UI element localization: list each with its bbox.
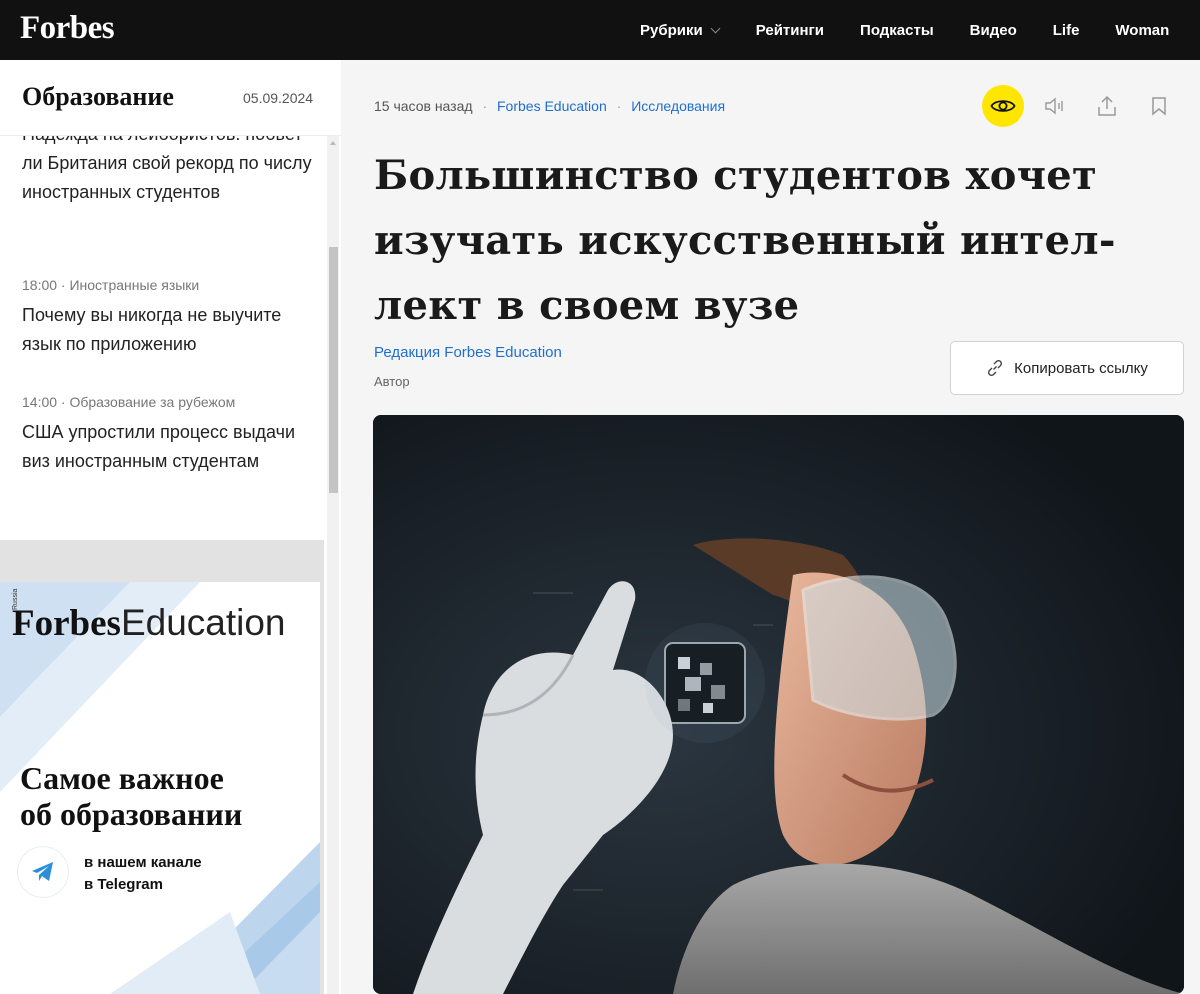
banner-title-line: об образовании: [20, 796, 243, 832]
headline-line: лект в своем вузе: [374, 282, 800, 329]
news-meta: 18:00 · Иностранные языки: [22, 277, 200, 293]
news-title[interactable]: Надежда на лейбористов: побьет ли Британ…: [22, 130, 312, 207]
telegram-cta-line: в нашем канале: [84, 854, 202, 871]
nav-item-woman[interactable]: Woman: [1115, 22, 1169, 39]
list-item[interactable]: 18:00 · Иностранные языки Почему вы нико…: [22, 277, 312, 359]
news-meta: 14:00 · Образование за рубежом: [22, 394, 236, 410]
bookmark-icon: [1152, 97, 1166, 116]
subcategory-link[interactable]: Исследования: [631, 98, 725, 114]
top-navigation-bar: Forbes Рубрики Рейтинги Подкасты Видео L…: [0, 0, 1200, 60]
telegram-cta-line: в Telegram: [84, 876, 163, 893]
nav-item-life[interactable]: Life: [1053, 22, 1080, 39]
telegram-icon: [18, 847, 68, 897]
article-hero-image: [373, 415, 1184, 994]
chevron-down-icon: [710, 23, 721, 33]
headline-line: Большинство студентов хочет: [374, 152, 1098, 199]
author-role: Автор: [374, 374, 410, 389]
article-meta: 15 часов назад · Forbes Education · Иссл…: [374, 98, 725, 114]
main-nav: Рубрики Рейтинги Подкасты Видео Life Wom…: [640, 0, 1200, 60]
nav-item-ratings[interactable]: Рейтинги: [756, 22, 824, 39]
article: 15 часов назад · Forbes Education · Иссл…: [342, 60, 1200, 994]
sidebar-header: Образование 05.09.2024: [0, 60, 341, 136]
share-button[interactable]: [1086, 85, 1128, 127]
telegram-cta: в нашем канале в Telegram: [84, 852, 202, 896]
article-toolbar: [982, 85, 1190, 127]
copy-link-label: Копировать ссылку: [1014, 359, 1148, 377]
news-title[interactable]: США упростили процесс выдачи виз иностра…: [22, 418, 312, 476]
category-link[interactable]: Forbes Education: [497, 98, 607, 114]
eye-icon: [990, 100, 1016, 112]
sidebar-feed[interactable]: Надежда на лейбористов: побьет ли Британ…: [0, 130, 324, 570]
sidebar-date: 05.09.2024: [243, 90, 314, 106]
nav-item-rubrics[interactable]: Рубрики: [640, 21, 721, 39]
nav-item-rubrics-label: Рубрики: [640, 21, 703, 39]
logo-forbes-text: Forbes: [12, 603, 121, 644]
link-icon: [988, 359, 1003, 377]
logo-education-text: Education: [120, 602, 286, 643]
list-item[interactable]: 14:00 · Образование за рубежом США упрос…: [22, 394, 312, 476]
banner-title: Самое важное об образовании: [20, 760, 242, 832]
forbes-education-logo: Russia ForbesEducation: [12, 589, 286, 645]
scroll-up-arrow-icon[interactable]: [330, 141, 336, 145]
forbes-logo[interactable]: Forbes: [20, 10, 115, 47]
telegram-banner[interactable]: Russia ForbesEducation Самое важное об о…: [0, 540, 324, 994]
article-headline: Большинство студентов хочет изучать иску…: [374, 143, 1174, 338]
logo-russia-label: Russia: [12, 588, 19, 610]
list-item[interactable]: Надежда на лейбористов: побьет ли Британ…: [22, 130, 312, 207]
sidebar-scrollbar-thumb[interactable]: [329, 247, 338, 493]
news-title[interactable]: Почему вы никогда не выучите язык по при…: [22, 301, 312, 359]
nav-item-video[interactable]: Видео: [970, 22, 1017, 39]
banner-title-line: Самое важное: [20, 760, 224, 796]
sidebar-title[interactable]: Образование: [22, 82, 174, 112]
author-link[interactable]: Редакция Forbes Education: [374, 344, 562, 361]
nav-item-podcasts[interactable]: Подкасты: [860, 22, 934, 39]
eye-button[interactable]: [982, 85, 1024, 127]
copy-link-button[interactable]: Копировать ссылку: [950, 341, 1184, 395]
banner-card[interactable]: Russia ForbesEducation Самое важное об о…: [0, 582, 320, 994]
headline-line: изучать искусственный интел-: [374, 217, 1116, 264]
meta-separator: ·: [616, 98, 622, 114]
bookmark-button[interactable]: [1138, 85, 1180, 127]
hero-illustration: [373, 415, 1184, 994]
meta-separator: ·: [482, 98, 488, 114]
share-icon: [1098, 95, 1116, 116]
article-time: 15 часов назад: [374, 98, 473, 114]
listen-button[interactable]: [1034, 85, 1076, 127]
speaker-icon: [1045, 97, 1063, 115]
news-sidebar: Образование 05.09.2024 Надежда на лейбор…: [0, 60, 341, 994]
